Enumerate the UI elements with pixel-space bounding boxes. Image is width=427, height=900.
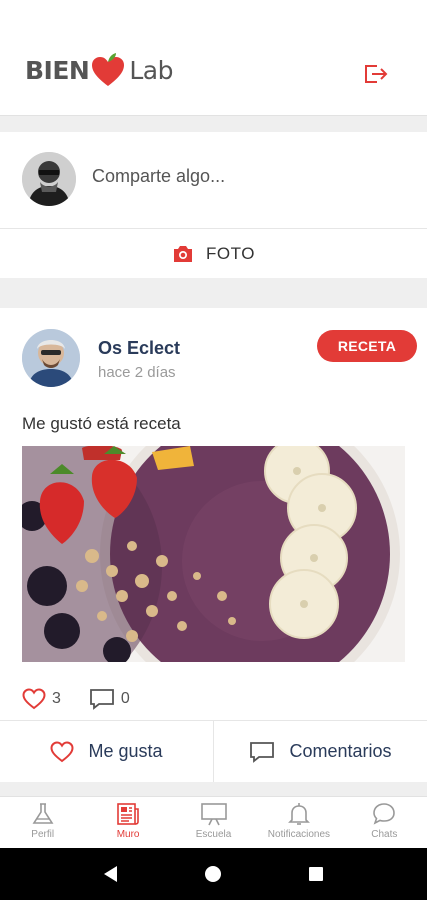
tab-chats[interactable]: Chats	[342, 797, 427, 848]
home-button[interactable]	[193, 854, 233, 894]
system-navigation-bar	[0, 848, 427, 900]
tab-notificaciones[interactable]: Notificaciones	[256, 797, 341, 848]
like-count[interactable]: 3	[22, 688, 61, 710]
apple-heart-icon	[92, 53, 125, 86]
author-avatar[interactable]	[22, 329, 80, 387]
post-timestamp: hace 2 días	[98, 364, 176, 381]
post-composer: Comparte algo... FOTO	[0, 132, 427, 278]
comments-button-label: Comentarios	[289, 741, 392, 761]
acai-bowl-image	[22, 446, 405, 662]
tab-perfil[interactable]: Perfil	[0, 797, 85, 848]
heart-icon	[22, 688, 46, 710]
tab-label: Chats	[371, 829, 398, 840]
reaction-counts: 3 0	[22, 688, 158, 710]
post-actions: Me gusta Comentarios	[0, 720, 427, 782]
comments-button[interactable]: Comentarios	[213, 721, 427, 782]
comment-icon	[250, 741, 275, 763]
tab-label: Muro	[116, 829, 140, 840]
app-header: BIEN Lab	[0, 0, 427, 116]
bottom-tab-bar: Perfil Muro Escuela Notificaciones Chats	[0, 796, 427, 848]
photo-button[interactable]: FOTO	[0, 229, 427, 278]
logo-text-bien: BIEN	[25, 55, 90, 85]
post-author-name[interactable]: Os Eclect	[98, 338, 180, 359]
flask-icon	[32, 803, 54, 824]
post-card: Os Eclect hace 2 días RECETA Me gustó es…	[0, 308, 427, 782]
like-button[interactable]: Me gusta	[0, 721, 213, 782]
tab-label: Escuela	[195, 829, 232, 840]
newspaper-icon	[117, 803, 139, 825]
tab-escuela[interactable]: Escuela	[171, 797, 256, 848]
like-count-value: 3	[52, 690, 61, 707]
recipe-badge[interactable]: RECETA	[317, 330, 417, 362]
tab-muro[interactable]: Muro	[85, 797, 170, 848]
post-image[interactable]	[22, 446, 405, 662]
comment-icon	[90, 689, 114, 710]
tab-label: Notificaciones	[267, 829, 331, 840]
user-avatar-image	[22, 152, 76, 206]
post-text: Me gustó está receta	[22, 414, 181, 433]
comment-count[interactable]: 0	[89, 688, 130, 710]
home-circle-icon	[205, 866, 222, 882]
logout-button[interactable]	[361, 60, 389, 88]
like-button-label: Me gusta	[88, 741, 163, 761]
photo-label: FOTO	[206, 243, 255, 263]
bell-icon	[287, 803, 310, 825]
camera-icon	[174, 245, 193, 262]
presentation-board-icon	[200, 803, 227, 826]
recents-square-icon	[308, 867, 323, 881]
recents-button[interactable]	[296, 854, 336, 894]
chat-bubble-icon	[373, 803, 396, 825]
back-triangle-icon	[104, 866, 118, 882]
app-logo: BIEN Lab	[25, 46, 173, 94]
tab-label: Perfil	[31, 829, 55, 840]
heart-icon	[50, 740, 74, 762]
logout-icon	[365, 65, 388, 83]
logo-text-lab: Lab	[129, 55, 173, 85]
share-input[interactable]: Comparte algo...	[92, 166, 225, 187]
comment-count-value: 0	[120, 690, 130, 707]
author-avatar-image	[22, 329, 80, 387]
user-avatar[interactable]	[22, 152, 76, 206]
back-button[interactable]	[91, 854, 131, 894]
